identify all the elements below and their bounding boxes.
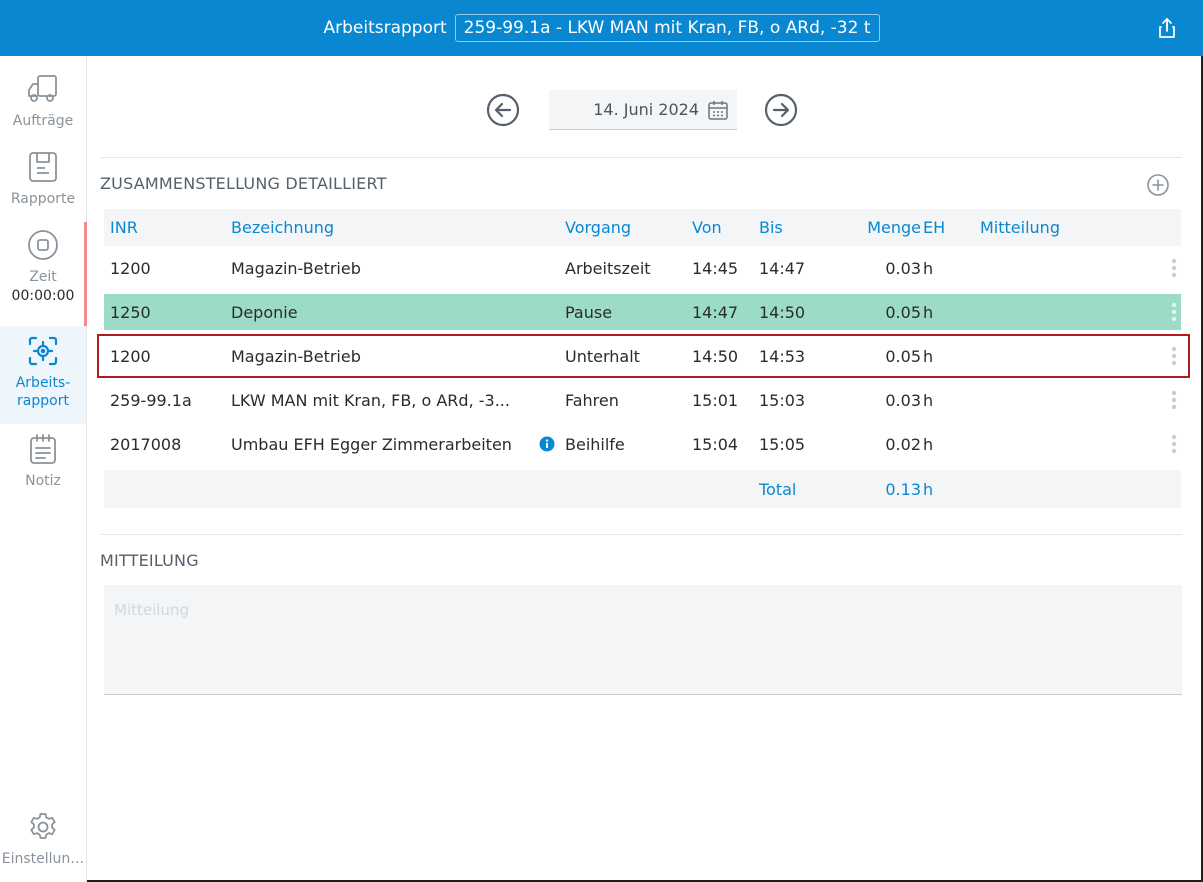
timer-value: 00:00:00 — [11, 288, 75, 304]
stop-icon — [28, 230, 58, 260]
entries-table: INR Bezeichnung Vorgang Von Bis Menge EH… — [97, 209, 1190, 508]
add-entry-button[interactable] — [1146, 173, 1170, 197]
section-title-summary: ZUSAMMENSTELLUNG DETAILLIERT — [100, 174, 387, 193]
cell-bis: 14:47 — [759, 258, 806, 278]
top-bar: Arbeitsrapport 259-99.1a - LKW MAN mit K… — [0, 0, 1203, 56]
table-row[interactable]: 259-99.1a LKW MAN mit Kran, FB, o ARd, -… — [104, 378, 1181, 422]
cell-von: 14:50 — [692, 346, 739, 366]
main-content: 14. Juni 2024 ZUSAMMENSTELLUNG DETAILLIE… — [88, 56, 1201, 880]
table-row[interactable]: 2017008 Umbau EFH Egger Zimmerarbeiten B… — [104, 422, 1181, 466]
column-header-eh[interactable]: EH — [923, 209, 945, 246]
sidebar-item-label: Notiz — [25, 473, 61, 489]
table-row[interactable]: 1200 Magazin-Betrieb Arbeitszeit 14:45 1… — [104, 246, 1181, 290]
target-icon — [28, 336, 58, 366]
column-header-vorgang[interactable]: Vorgang — [565, 209, 631, 246]
sidebar: Aufträge Rapporte Zeit 00:00:00 Arbeits-… — [0, 56, 87, 882]
cell-bezeichnung: Deponie — [231, 302, 298, 322]
cell-bis: 15:03 — [759, 390, 806, 410]
cell-bezeichnung: LKW MAN mit Kran, FB, o ARd, -3... — [231, 390, 510, 410]
sidebar-item-rapporte[interactable]: Rapporte — [0, 150, 86, 224]
app-frame: Arbeitsrapport 259-99.1a - LKW MAN mit K… — [0, 0, 1203, 882]
cell-eh: h — [923, 434, 934, 454]
column-header-inr[interactable]: INR — [110, 209, 138, 246]
sidebar-item-auftraege[interactable]: Aufträge — [0, 72, 86, 152]
cell-von: 15:01 — [692, 390, 739, 410]
sidebar-item-zeit[interactable]: Zeit 00:00:00 — [0, 228, 86, 324]
divider — [100, 534, 1182, 535]
job-selector[interactable]: 259-99.1a - LKW MAN mit Kran, FB, o ARd,… — [454, 14, 880, 42]
cell-bis: 14:50 — [759, 302, 806, 322]
info-icon[interactable] — [539, 436, 555, 452]
cell-bis: 14:53 — [759, 346, 806, 366]
total-label: Total — [759, 479, 797, 499]
more-options-icon[interactable] — [1171, 390, 1177, 410]
cell-vorgang: Unterhalt — [565, 346, 640, 366]
previous-day-button[interactable] — [486, 93, 520, 127]
cell-von: 15:04 — [692, 434, 739, 454]
column-header-menge[interactable]: Menge — [839, 209, 921, 246]
sidebar-item-label: Aufträge — [12, 113, 74, 129]
report-icon — [29, 152, 57, 182]
cell-inr: 1200 — [110, 346, 151, 366]
total-unit: h — [923, 479, 934, 499]
sidebar-item-label: Rapporte — [10, 191, 76, 207]
cell-menge: 0.03 — [885, 390, 921, 410]
divider — [100, 157, 1182, 158]
page-title: Arbeitsrapport — [323, 18, 447, 38]
more-options-icon[interactable] — [1171, 434, 1177, 454]
sidebar-item-label: Einstellun… — [1, 851, 85, 867]
cell-menge: 0.03 — [885, 258, 921, 278]
sidebar-item-arbeitsrapport[interactable]: Arbeits-rapport — [0, 326, 86, 424]
total-value: 0.13 — [885, 479, 921, 499]
table-header: INR Bezeichnung Vorgang Von Bis Menge EH… — [104, 209, 1181, 246]
cell-eh: h — [923, 390, 934, 410]
cell-eh: h — [923, 302, 934, 322]
cell-bis: 15:05 — [759, 434, 806, 454]
cell-bezeichnung: Magazin-Betrieb — [231, 258, 361, 278]
cell-inr: 1250 — [110, 302, 151, 322]
sidebar-item-notiz[interactable]: Notiz — [0, 432, 86, 502]
column-header-von[interactable]: Von — [692, 209, 722, 246]
table-total-row: Total 0.13 h — [104, 470, 1181, 508]
more-options-icon[interactable] — [1171, 258, 1177, 278]
date-value: 14. Juni 2024 — [593, 100, 699, 119]
cell-vorgang: Fahren — [565, 390, 619, 410]
cell-inr: 259-99.1a — [110, 390, 192, 410]
cell-vorgang: Pause — [565, 302, 613, 322]
section-title-mitteilung: MITTEILUNG — [100, 551, 199, 570]
table-row[interactable]: 1250 Deponie Pause 14:47 14:50 0.05 h — [104, 294, 1181, 330]
next-day-button[interactable] — [764, 93, 798, 127]
date-picker[interactable]: 14. Juni 2024 — [549, 90, 737, 130]
date-navigator: 14. Juni 2024 — [88, 90, 1201, 130]
cell-vorgang: Beihilfe — [565, 434, 625, 454]
mitteilung-input[interactable] — [104, 585, 1182, 695]
cell-bezeichnung: Umbau EFH Egger Zimmerarbeiten — [231, 434, 512, 454]
notepad-icon — [30, 434, 56, 464]
column-header-mitteilung[interactable]: Mitteilung — [980, 209, 1060, 246]
cell-menge: 0.05 — [885, 302, 921, 322]
column-header-bis[interactable]: Bis — [759, 209, 783, 246]
cell-bezeichnung: Magazin-Betrieb — [231, 346, 361, 366]
column-header-bezeichnung[interactable]: Bezeichnung — [231, 209, 334, 246]
cell-menge: 0.05 — [885, 346, 921, 366]
sidebar-item-settings[interactable]: Einstellun… — [0, 810, 86, 876]
truck-icon — [28, 75, 57, 102]
calendar-icon — [708, 100, 728, 120]
more-options-icon[interactable] — [1171, 346, 1177, 366]
sidebar-item-label: Arbeits-rapport — [15, 375, 71, 409]
more-options-icon[interactable] — [1171, 302, 1177, 322]
cell-von: 14:45 — [692, 258, 739, 278]
cell-inr: 2017008 — [110, 434, 182, 454]
sidebar-item-label: Zeit — [29, 269, 57, 285]
cell-inr: 1200 — [110, 258, 151, 278]
gear-icon — [30, 813, 56, 839]
table-row-selected[interactable]: 1200 Magazin-Betrieb Unterhalt 14:50 14:… — [97, 334, 1190, 378]
share-icon[interactable] — [1155, 16, 1179, 40]
cell-eh: h — [923, 346, 934, 366]
cell-von: 14:47 — [692, 302, 739, 322]
cell-vorgang: Arbeitszeit — [565, 258, 651, 278]
cell-eh: h — [923, 258, 934, 278]
cell-menge: 0.02 — [885, 434, 921, 454]
